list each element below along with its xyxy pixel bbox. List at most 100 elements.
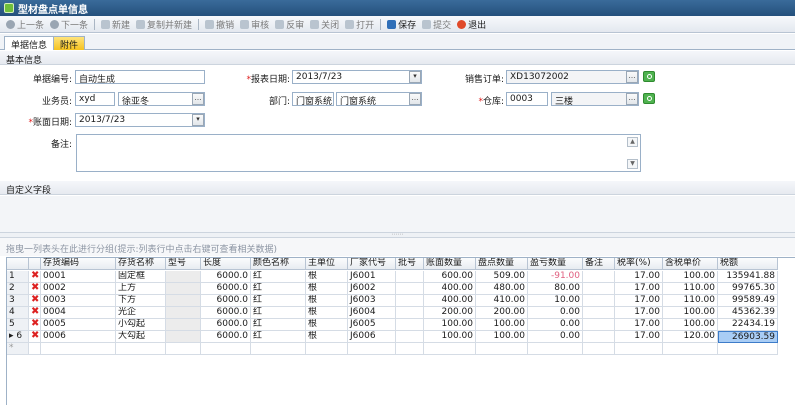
new-row-cell[interactable] [583,343,615,355]
diff-qty-cell[interactable]: 10.00 [528,295,583,307]
group-by-hint[interactable]: 拖曳一列表头在此进行分组(提示:列表行中点击右键可查看相关数据) [0,238,795,256]
remark-cell[interactable] [583,319,615,331]
row-index-cell[interactable]: 5 [7,319,29,331]
new-row-cell[interactable] [476,343,528,355]
table-row[interactable]: ▸ 6 ✖ 0006 大勾起 6000.0 红根 J6006 100.00 100.00 0.00… [7,331,778,343]
unit-price-cell[interactable]: 100.00 [663,307,718,319]
model-cell[interactable] [166,307,201,319]
table-row[interactable]: 2 ✖ 0002 上方 6000.0 红根 J6002 400.00 480.00 80.00 17… [7,283,778,295]
next-record-button[interactable]: 下一条 [47,17,91,32]
item-name-cell[interactable]: 小勾起 [116,319,166,331]
diff-qty-cell[interactable]: 80.00 [528,283,583,295]
batch-no-cell[interactable] [396,331,424,343]
color-name-cell[interactable]: 红 [251,283,306,295]
tax-rate-cell[interactable]: 17.00 [615,283,663,295]
count-qty-cell[interactable]: 410.00 [476,295,528,307]
save-button[interactable]: 保存 [384,17,419,32]
tax-rate-cell[interactable]: 17.00 [615,271,663,283]
tax-amount-cell[interactable]: 26903.59 [718,331,778,343]
table-row[interactable]: 3 ✖ 0003 下方 6000.0 红根 J6003 400.00 410.00 10.00 17… [7,295,778,307]
length-cell[interactable]: 6000.0 [201,283,251,295]
new-row-cell[interactable] [251,343,306,355]
item-code-cell[interactable]: 0006 [41,331,116,343]
account-date-dropdown-button[interactable]: ▾ [192,114,204,126]
submit-button[interactable]: 提交 [419,17,454,32]
maker-code-cell[interactable]: J6005 [348,319,396,331]
main-unit-cell[interactable]: 根 [306,271,348,283]
item-name-cell[interactable]: 上方 [116,283,166,295]
warehouse-browse-button[interactable]: … [626,93,638,105]
new-row-cell[interactable] [615,343,663,355]
item-name-cell[interactable]: 固定框 [116,271,166,283]
row-index-cell[interactable]: 3 [7,295,29,307]
delete-row-button[interactable]: ✖ [29,331,41,343]
column-header-item-code[interactable]: 存货编码 [41,258,116,270]
sales-order-field[interactable]: XD13072002 [506,70,639,84]
report-date-field[interactable]: 2013/7/23 [292,70,422,84]
unapprove-button[interactable]: 反审 [272,17,307,32]
count-qty-cell[interactable]: 480.00 [476,283,528,295]
tax-amount-cell[interactable]: 99589.49 [718,295,778,307]
diff-qty-cell[interactable]: 0.00 [528,319,583,331]
scroll-down-icon[interactable]: ▼ [627,159,638,169]
unit-price-cell[interactable]: 120.00 [663,331,718,343]
item-code-cell[interactable]: 0004 [41,307,116,319]
main-unit-cell[interactable]: 根 [306,295,348,307]
diff-qty-cell[interactable]: 0.00 [528,331,583,343]
book-qty-cell[interactable]: 600.00 [424,271,476,283]
prev-record-button[interactable]: 上一条 [3,17,47,32]
tab-attachments[interactable]: 附件 [53,36,86,51]
book-qty-cell[interactable]: 400.00 [424,295,476,307]
delete-row-button[interactable]: ✖ [29,307,41,319]
tax-rate-cell[interactable]: 17.00 [615,331,663,343]
sales-order-browse-button[interactable]: … [626,71,638,83]
new-row-cell[interactable] [201,343,251,355]
column-header-tax-rate[interactable]: 税率(%) [615,258,663,270]
item-name-cell[interactable]: 下方 [116,295,166,307]
batch-no-cell[interactable] [396,319,424,331]
count-qty-cell[interactable]: 100.00 [476,331,528,343]
column-header-diff-qty[interactable]: 盈亏数量 [528,258,583,270]
remark-cell[interactable] [583,307,615,319]
color-name-cell[interactable]: 红 [251,307,306,319]
new-row-cell[interactable] [166,343,201,355]
main-unit-cell[interactable]: 根 [306,283,348,295]
dept-code-field[interactable]: 门窗系统 [292,92,334,106]
remark-cell[interactable] [583,283,615,295]
row-index-cell[interactable]: ▸ 6 [7,331,29,343]
column-header-model[interactable]: 型号 [166,258,201,270]
remark-textarea[interactable]: ▲ ▼ [76,134,641,172]
new-row-cell[interactable] [29,343,41,355]
tax-amount-cell[interactable]: 22434.19 [718,319,778,331]
new-row-marker[interactable]: * [7,343,29,355]
tax-amount-cell[interactable]: 99765.30 [718,283,778,295]
delete-row-button[interactable]: ✖ [29,319,41,331]
unit-price-cell[interactable]: 110.00 [663,295,718,307]
diff-qty-cell[interactable]: 0.00 [528,307,583,319]
column-header-main-unit[interactable]: 主单位 [306,258,348,270]
unit-price-cell[interactable]: 100.00 [663,319,718,331]
new-row-cell[interactable] [718,343,778,355]
tax-rate-cell[interactable]: 17.00 [615,319,663,331]
column-header-unit-price[interactable]: 含税单价 [663,258,718,270]
row-index-cell[interactable]: 2 [7,283,29,295]
new-row[interactable]: * [7,343,778,355]
column-header-book-qty[interactable]: 账面数量 [424,258,476,270]
model-cell[interactable] [166,331,201,343]
sales-order-search-button[interactable] [643,71,655,82]
delete-row-button[interactable]: ✖ [29,283,41,295]
unit-price-cell[interactable]: 110.00 [663,283,718,295]
main-unit-cell[interactable]: 根 [306,307,348,319]
book-qty-cell[interactable]: 200.00 [424,307,476,319]
column-header-delete[interactable] [29,258,41,270]
item-name-cell[interactable]: 光企 [116,307,166,319]
model-cell[interactable] [166,319,201,331]
count-qty-cell[interactable]: 100.00 [476,319,528,331]
batch-no-cell[interactable] [396,271,424,283]
item-code-cell[interactable]: 0002 [41,283,116,295]
column-header-count-qty[interactable]: 盘点数量 [476,258,528,270]
report-date-dropdown-button[interactable]: ▾ [409,71,421,83]
length-cell[interactable]: 6000.0 [201,307,251,319]
book-qty-cell[interactable]: 400.00 [424,283,476,295]
item-code-cell[interactable]: 0001 [41,271,116,283]
